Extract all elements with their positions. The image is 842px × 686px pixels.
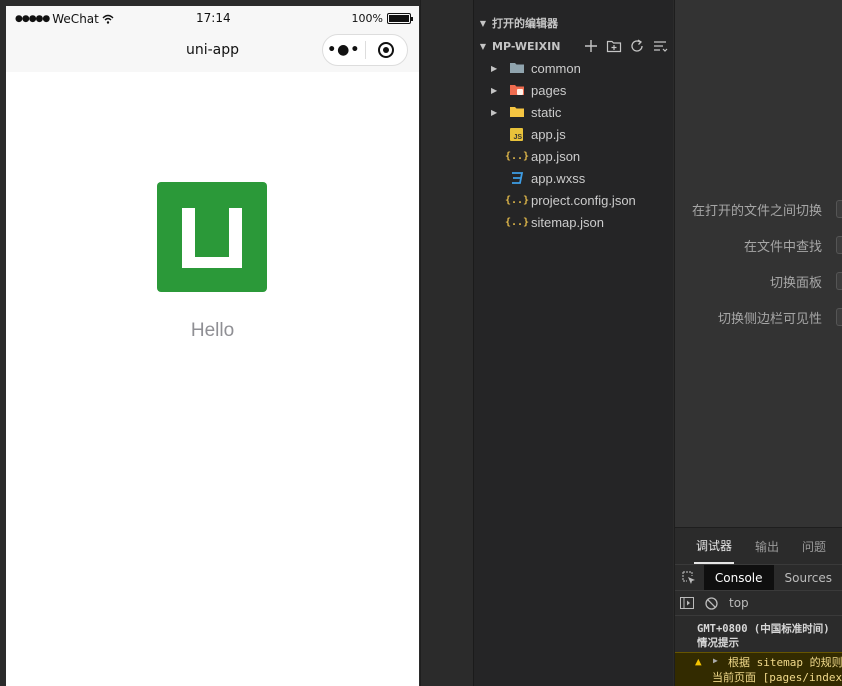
static-folder-icon xyxy=(510,107,524,117)
tree-item-label: static xyxy=(531,104,562,120)
console-toolbar: top xyxy=(675,590,842,616)
uni-app-logo xyxy=(157,182,267,292)
tree-file-app-wxss[interactable]: app.wxss xyxy=(474,167,674,189)
tree-item-label: sitemap.json xyxy=(531,214,604,230)
console-log: GMT+0800 (中国标准时间) 情况提示 ▲ ▶ 根据 sitemap 的规… xyxy=(675,616,842,686)
battery-indicator: 100% xyxy=(351,12,413,25)
file-explorer: ▼ 打开的编辑器 ▼ MP-WEIXIN ▶ common ▶ pages ▶ … xyxy=(473,0,673,686)
collapse-caret-icon: ▼ xyxy=(479,41,487,51)
logo-u-icon xyxy=(182,208,242,268)
project-header[interactable]: ▼ MP-WEIXIN xyxy=(474,35,674,57)
tree-item-label: app.wxss xyxy=(531,170,586,186)
log-line: 情况提示 xyxy=(697,637,739,649)
close-miniprogram-button[interactable] xyxy=(365,42,407,58)
collapse-all-icon[interactable] xyxy=(652,38,668,54)
tree-file-app-json[interactable]: {..} app.json xyxy=(474,145,674,167)
shortcut-hint: 在打开的文件之间切换 xyxy=(691,204,822,219)
tree-file-project-config[interactable]: {..} project.config.json xyxy=(474,189,674,211)
warning-text: 当前页面 [pages/index xyxy=(712,671,842,684)
navigation-bar: uni-app •●• xyxy=(6,30,419,72)
warning-text: 根据 sitemap 的规则 xyxy=(728,656,842,669)
shortcut-keycap xyxy=(836,308,842,326)
shortcut-keycap xyxy=(836,272,842,290)
warning-icon: ▲ xyxy=(695,655,702,668)
tree-folder-pages[interactable]: ▶ pages xyxy=(474,79,674,101)
editor-welcome-panel: 在打开的文件之间切换 在文件中查找 切换面板 切换侧边栏可见性 xyxy=(674,0,842,527)
phone-screen: ●●●●● WeChat 17:14 100% uni-app •●• Hell… xyxy=(6,6,419,686)
carrier-indicator: ●●●●● WeChat xyxy=(15,12,114,26)
shortcut-keycap xyxy=(836,200,842,218)
project-label: MP-WEIXIN xyxy=(492,39,561,53)
pages-folder-icon xyxy=(510,85,524,95)
tree-item-label: project.config.json xyxy=(531,192,636,208)
battery-icon xyxy=(387,13,413,24)
collapse-caret-icon: ▼ xyxy=(479,18,487,28)
tree-file-app-js[interactable]: JS app.js xyxy=(474,123,674,145)
tab-debugger[interactable]: 调试器 xyxy=(694,528,735,564)
tree-file-sitemap[interactable]: {..} sitemap.json xyxy=(474,211,674,233)
expand-arrow-icon: ▶ xyxy=(713,656,718,665)
shortcut-hint: 切换侧边栏可见性 xyxy=(717,312,822,327)
warning-entry[interactable]: ▲ ▶ 根据 sitemap 的规则 当前页面 [pages/index xyxy=(675,652,842,686)
signal-icon: ●●●●● xyxy=(15,14,50,24)
json-file-icon: {..} xyxy=(504,194,530,206)
js-file-icon: JS xyxy=(510,127,523,141)
context-selector[interactable]: top xyxy=(729,596,749,610)
simulator-panel: ●●●●● WeChat 17:14 100% uni-app •●• Hell… xyxy=(0,0,420,686)
panel-gutter xyxy=(420,0,473,686)
tree-item-label: pages xyxy=(531,82,567,98)
json-file-icon: {..} xyxy=(504,150,530,162)
tree-item-label: common xyxy=(531,60,581,76)
open-editors-header[interactable]: ▼ 打开的编辑器 xyxy=(474,12,674,34)
tab-console[interactable]: Console xyxy=(703,564,774,591)
log-line: GMT+0800 (中国标准时间) xyxy=(697,623,830,635)
wifi-icon xyxy=(102,14,114,24)
new-file-icon[interactable] xyxy=(583,38,599,54)
status-bar: ●●●●● WeChat 17:14 100% xyxy=(6,6,419,30)
css-file-icon xyxy=(512,172,524,184)
carrier-name: WeChat xyxy=(52,12,99,26)
menu-capsule: •●• xyxy=(322,34,408,66)
devtools-tabbar: Console Sources xyxy=(675,564,842,591)
shortcut-hint: 在文件中查找 xyxy=(743,240,822,255)
explorer-actions xyxy=(583,38,668,54)
debugger-panel: 调试器 输出 问题 Console Sources top GMT+0800 (… xyxy=(674,527,842,686)
debugger-tabs: 调试器 输出 问题 xyxy=(675,528,842,564)
more-menu-button[interactable]: •●• xyxy=(323,42,365,58)
json-file-icon: {..} xyxy=(504,216,530,228)
tab-output[interactable]: 输出 xyxy=(753,528,781,564)
clear-console-icon[interactable] xyxy=(699,596,723,610)
refresh-icon[interactable] xyxy=(629,38,645,54)
expand-arrow-icon: ▶ xyxy=(491,63,498,73)
expand-arrow-icon: ▶ xyxy=(491,107,498,117)
inspect-element-icon[interactable] xyxy=(675,570,704,585)
target-icon xyxy=(378,42,395,58)
folder-icon xyxy=(510,63,524,73)
tab-sources[interactable]: Sources xyxy=(774,565,842,591)
shortcut-keycap xyxy=(836,236,842,254)
hello-text: Hello xyxy=(190,320,235,341)
tree-item-label: app.js xyxy=(531,126,566,142)
new-folder-icon[interactable] xyxy=(606,38,622,54)
tree-folder-common[interactable]: ▶ common xyxy=(474,57,674,79)
shortcut-hint: 切换面板 xyxy=(769,276,822,291)
tab-problems[interactable]: 问题 xyxy=(800,528,828,564)
toggle-sidebar-icon[interactable] xyxy=(675,597,699,609)
expand-arrow-icon: ▶ xyxy=(491,85,498,95)
battery-percent: 100% xyxy=(351,12,383,25)
tree-item-label: app.json xyxy=(531,148,581,164)
open-editors-label: 打开的编辑器 xyxy=(492,17,558,30)
tree-folder-static[interactable]: ▶ static xyxy=(474,101,674,123)
status-time: 17:14 xyxy=(196,11,231,25)
